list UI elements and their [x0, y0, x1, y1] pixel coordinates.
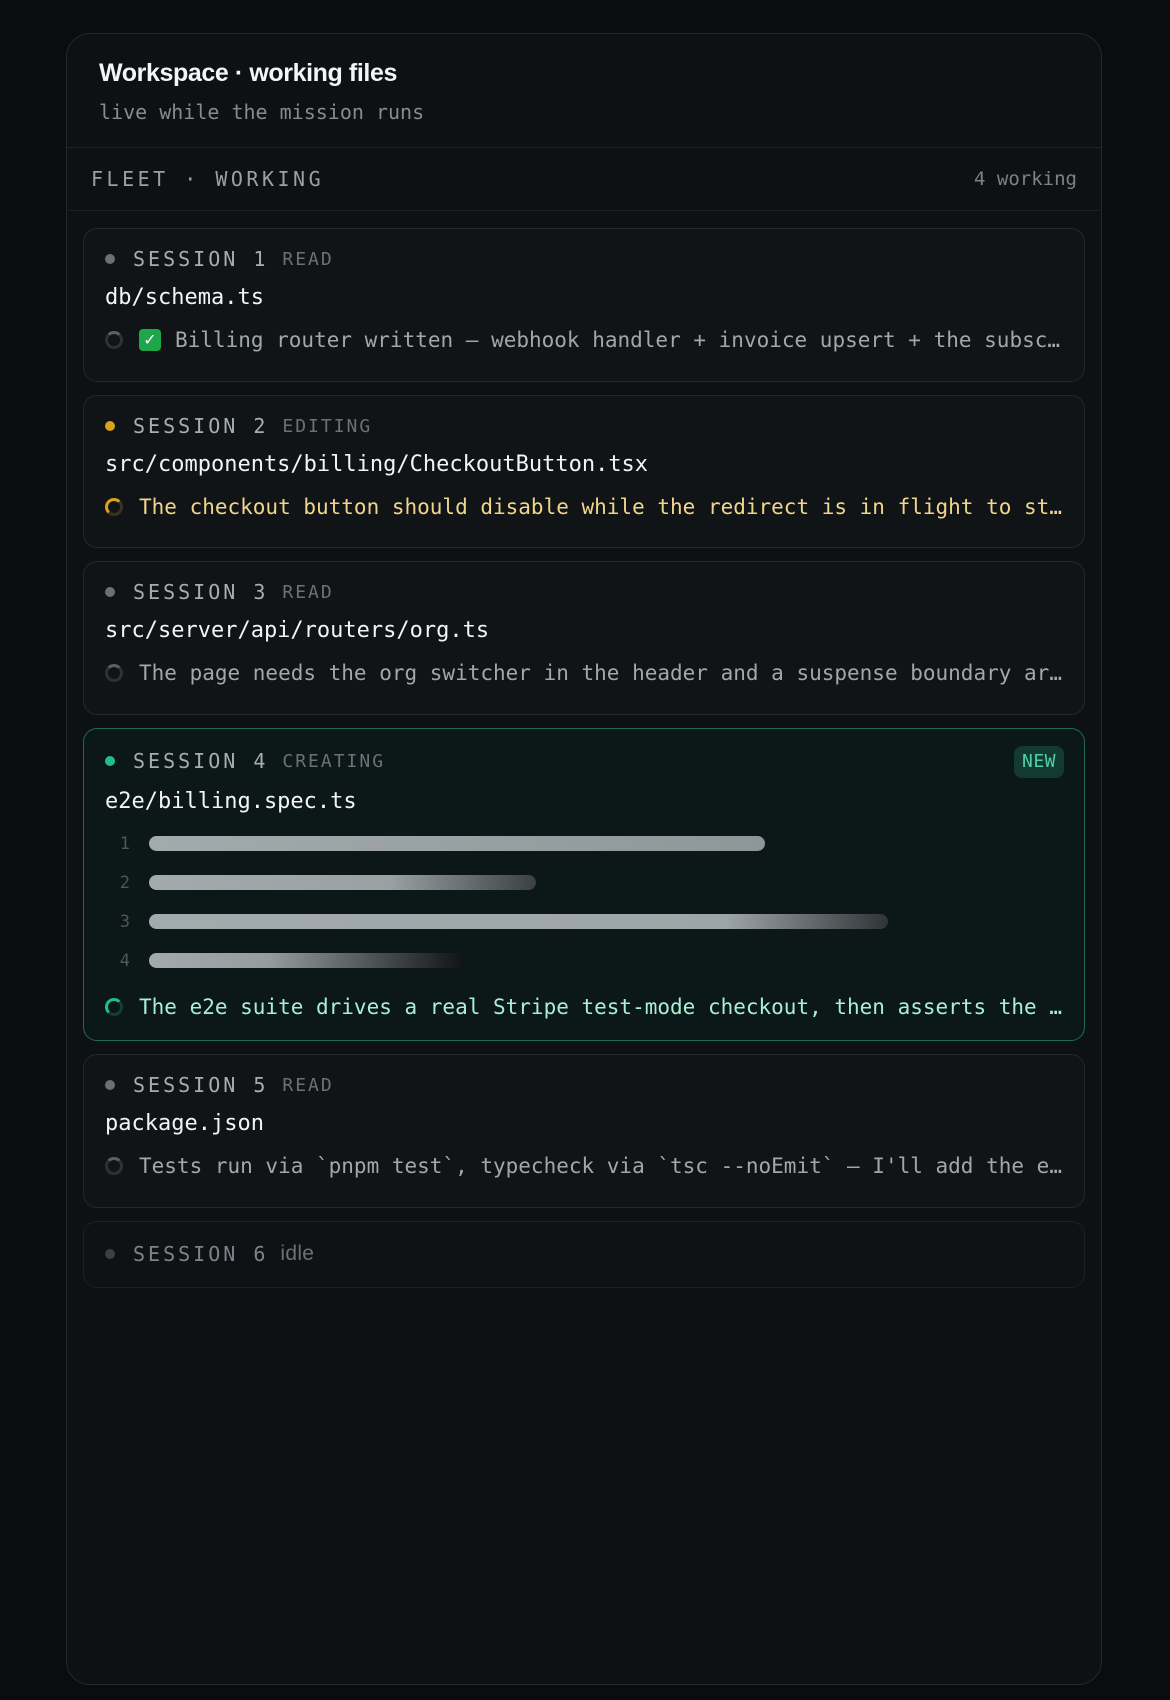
session-header: SESSION 5 READ [105, 1055, 1063, 1105]
session-state: READ [282, 581, 334, 603]
status-dot-icon [105, 421, 115, 431]
session-card-4[interactable]: SESSION 4 CREATING NEW e2e/billing.spec.… [83, 728, 1085, 1041]
status-dot-icon [105, 756, 115, 766]
line-number: 2 [119, 872, 130, 893]
session-card-6[interactable]: SESSION 6 idle [83, 1221, 1085, 1288]
message-row: Tests run via `pnpm test`, typecheck via… [105, 1141, 1063, 1191]
panel-header: Workspace · working files live while the… [67, 34, 1101, 148]
code-line-bar [149, 953, 466, 968]
session-header: SESSION 3 READ [105, 562, 1063, 612]
session-name: SESSION 2 [133, 414, 269, 438]
status-dot-icon [105, 1249, 115, 1259]
panel-subtitle: live while the mission runs [99, 100, 425, 124]
check-mark-icon: ✓ [139, 329, 161, 351]
session-card-5[interactable]: SESSION 5 READ package.json Tests run vi… [83, 1054, 1085, 1208]
message-row: ✓ Billing router written — webhook handl… [105, 315, 1063, 365]
file-path: e2e/billing.spec.ts [105, 789, 357, 814]
code-line-bar [149, 914, 888, 929]
status-dot-icon [105, 1080, 115, 1090]
fleet-label: FLEET · WORKING [91, 167, 325, 191]
line-number: 4 [119, 950, 130, 971]
session-card-3[interactable]: SESSION 3 READ src/server/api/routers/or… [83, 561, 1085, 715]
session-list: SESSION 1 READ db/schema.ts ✓ Billing ro… [67, 211, 1101, 1288]
code-line: 1 [105, 824, 1063, 863]
session-message: Tests run via `pnpm test`, typecheck via… [139, 1154, 1063, 1178]
line-number: 3 [119, 911, 130, 932]
new-badge: NEW [1013, 746, 1064, 778]
code-line: 3 [105, 902, 1063, 941]
fleet-count: 4 working [974, 168, 1077, 190]
fleet-bar: FLEET · WORKING 4 working [67, 148, 1101, 211]
session-message: The checkout button should disable while… [139, 495, 1063, 519]
file-path: db/schema.ts [105, 285, 264, 310]
code-preview: 1 2 3 4 [105, 824, 1063, 980]
session-name: SESSION 1 [133, 247, 269, 271]
session-state: idle [280, 1242, 315, 1265]
session-message: The e2e suite drives a real Stripe test-… [139, 995, 1063, 1019]
session-name: SESSION 4 [133, 749, 269, 773]
session-card-1[interactable]: SESSION 1 READ db/schema.ts ✓ Billing ro… [83, 228, 1085, 382]
workspace-panel: Workspace · working files live while the… [66, 33, 1102, 1685]
line-number: 1 [119, 833, 130, 854]
session-state: READ [282, 1074, 334, 1096]
session-state: READ [282, 248, 334, 270]
file-path: package.json [105, 1111, 264, 1136]
session-header: SESSION 2 EDITING [105, 396, 1063, 446]
code-line: 2 [105, 863, 1063, 902]
session-header: SESSION 1 READ [105, 229, 1063, 279]
spinner-icon [105, 498, 123, 516]
session-header: SESSION 6 idle [105, 1222, 1063, 1274]
session-state: EDITING [282, 415, 373, 437]
panel-title: Workspace · working files [99, 59, 397, 87]
session-name: SESSION 5 [133, 1073, 269, 1097]
status-dot-icon [105, 254, 115, 264]
session-state: CREATING [282, 750, 386, 772]
code-line-bar [149, 836, 765, 851]
spinner-icon [105, 331, 123, 349]
session-message: Billing router written — webhook handler… [175, 328, 1063, 352]
file-path: src/components/billing/CheckoutButton.ts… [105, 452, 649, 477]
message-row: The page needs the org switcher in the h… [105, 648, 1063, 698]
spinner-icon [105, 1157, 123, 1175]
code-line: 4 [105, 941, 1063, 980]
file-path: src/server/api/routers/org.ts [105, 618, 490, 643]
spinner-icon [105, 664, 123, 682]
session-name: SESSION 6 [133, 1242, 269, 1266]
code-line-bar [149, 875, 536, 890]
spinner-icon [105, 998, 123, 1016]
session-message: The page needs the org switcher in the h… [139, 661, 1063, 685]
session-name: SESSION 3 [133, 580, 269, 604]
session-header: SESSION 4 CREATING [105, 729, 1063, 781]
message-row: The checkout button should disable while… [105, 482, 1063, 532]
status-dot-icon [105, 587, 115, 597]
message-row: The e2e suite drives a real Stripe test-… [105, 982, 1063, 1032]
session-card-2[interactable]: SESSION 2 EDITING src/components/billing… [83, 395, 1085, 548]
